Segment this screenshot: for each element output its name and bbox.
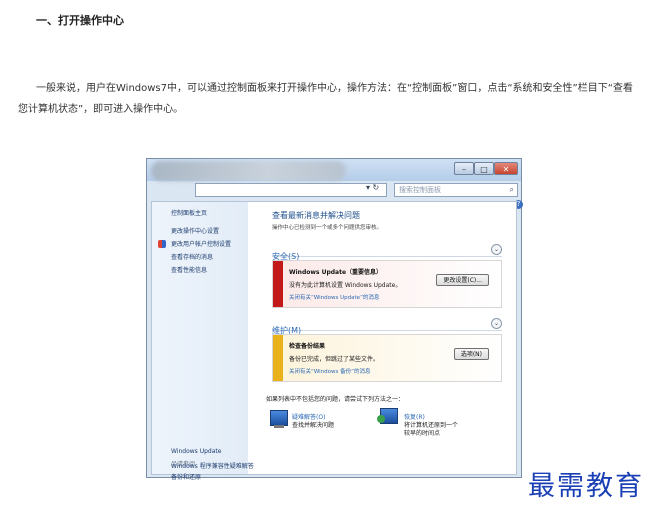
maintenance-alert-title: 检查备份结果 xyxy=(289,343,326,350)
watermark-logo: 最需教育 xyxy=(528,471,644,502)
close-button[interactable]: ✕ xyxy=(494,162,518,175)
window-titlebar: – □ ✕ xyxy=(147,159,521,181)
sidebar-home-link[interactable]: 控制面板主页 xyxy=(171,208,207,217)
security-alert-desc: 没有为此计算机设置 Windows Update。 xyxy=(289,282,402,289)
restore-desc-line1: 将计算机还原到一个 xyxy=(404,422,459,429)
security-status-bar xyxy=(273,261,283,307)
page-title: 查看最新消息并解决问题 xyxy=(272,211,360,220)
sidebar-link-compat-troubleshooter[interactable]: Windows 程序兼容性疑难解答 xyxy=(171,461,254,470)
window-content: 控制面板主页 更改操作中心设置 更改用户帐户控制设置 查看存档的消息 查看性能信… xyxy=(151,201,517,481)
article-paragraph: 一般来说，用户在Windows7中，可以通过控制面板来打开操作中心，操作方法：在… xyxy=(18,83,633,115)
maintenance-alert-desc: 备份已完成，但跳过了某些文件。 xyxy=(289,356,380,363)
search-icon[interactable]: ⌕ xyxy=(510,184,514,196)
restore-icon xyxy=(377,408,398,424)
action-center-screenshot: – □ ✕ ▾ ↻ 搜索控制面板 ⌕ ? 控制面板主页 更改操作中心设置 更改用… xyxy=(146,158,523,481)
maintenance-dismiss-link[interactable]: 关闭有关“Windows 备份”的消息 xyxy=(289,367,371,375)
sidebar-link-backup[interactable]: 备份和还原 xyxy=(171,472,201,481)
address-bar[interactable] xyxy=(195,183,387,197)
maintenance-section-header[interactable]: 维护(M) ⌄ xyxy=(272,318,502,335)
article-heading: 一、打开操作中心 xyxy=(36,14,124,27)
blurred-address-area xyxy=(151,161,346,181)
restore-desc-line2: 较早的时间点 xyxy=(404,430,441,437)
sidebar-item-uac-settings[interactable]: 更改用户帐户控制设置 xyxy=(171,239,231,248)
refresh-icon[interactable]: ▾ ↻ xyxy=(366,183,379,192)
maintenance-alert-card: 检查备份结果 备份已完成，但跳过了某些文件。 关闭有关“Windows 备份”的… xyxy=(272,334,502,382)
security-alert-title: Windows Update（重要信息） xyxy=(289,269,383,276)
sidebar-item-change-settings[interactable]: 更改操作中心设置 xyxy=(171,226,219,235)
troubleshoot-desc: 查找并解决问题 xyxy=(292,422,335,429)
sidebar: 控制面板主页 更改操作中心设置 更改用户帐户控制设置 查看存档的消息 查看性能信… xyxy=(152,202,248,481)
sidebar-item-archived-messages[interactable]: 查看存档的消息 xyxy=(171,252,213,261)
troubleshoot-icon xyxy=(270,410,288,428)
security-section-header[interactable]: 安全(S) ⌄ xyxy=(272,244,502,261)
shield-icon xyxy=(158,240,166,248)
security-dismiss-link[interactable]: 关闭有关“Windows Update”的消息 xyxy=(289,293,379,301)
page-subtitle: 操作中心已检测到一个或多个问题供您审核。 xyxy=(272,225,383,231)
other-options-prompt: 如果列表中不包括您的问题，请尝试下列方法之一： xyxy=(266,396,405,403)
maximize-button[interactable]: □ xyxy=(474,162,494,175)
main-panel: 查看最新消息并解决问题 操作中心已检测到一个或多个问题供您审核。 安全(S) ⌄… xyxy=(252,202,514,474)
sidebar-link-windows-update[interactable]: Windows Update xyxy=(171,448,221,455)
troubleshoot-link[interactable]: 疑难解答(O) xyxy=(292,412,325,421)
search-placeholder: 搜索控制面板 xyxy=(399,186,441,194)
chevron-down-icon[interactable]: ⌄ xyxy=(491,244,502,255)
security-alert-card: Windows Update（重要信息） 没有为此计算机设置 Windows U… xyxy=(272,260,502,308)
search-input[interactable]: 搜索控制面板 ⌕ xyxy=(394,183,518,197)
sidebar-item-performance[interactable]: 查看性能信息 xyxy=(171,265,207,274)
restore-link[interactable]: 恢复(R) xyxy=(404,412,425,421)
maintenance-status-bar xyxy=(273,335,283,381)
options-button[interactable]: 选项(N) xyxy=(453,348,489,360)
chevron-down-icon[interactable]: ⌄ xyxy=(491,318,502,329)
minimize-button[interactable]: – xyxy=(454,162,474,175)
change-settings-button[interactable]: 更改设置(C)... xyxy=(436,274,489,286)
